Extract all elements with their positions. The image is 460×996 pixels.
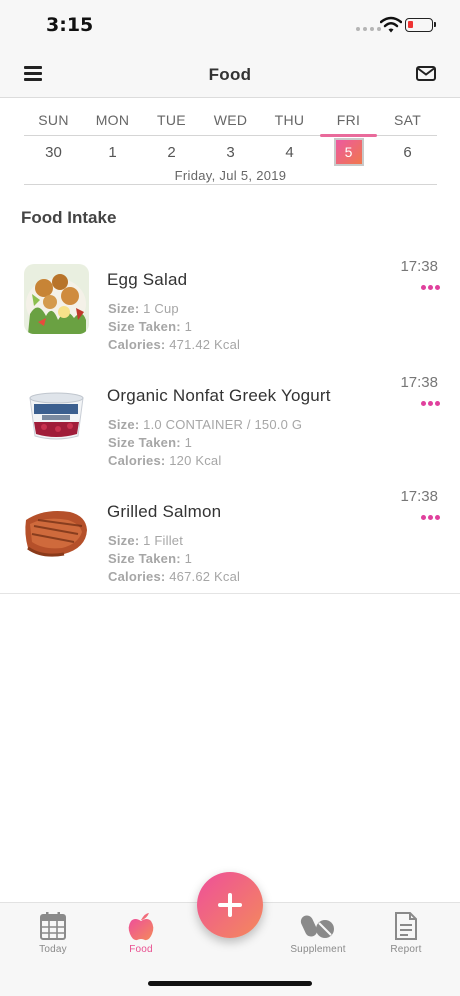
day-number[interactable]: 1 (83, 136, 142, 168)
size-value: 1.0 CONTAINER / 150.0 G (143, 417, 303, 432)
calories-label: Calories: (108, 337, 166, 352)
food-size: Size: 1 Cup (108, 301, 179, 316)
tab-today[interactable]: Today (13, 911, 93, 955)
food-list-item[interactable]: Organic Nonfat Greek Yogurt Size: 1.0 CO… (0, 366, 460, 482)
day-name-sat[interactable]: SAT (378, 98, 437, 135)
more-options-icon[interactable] (421, 401, 440, 406)
day-number-selected[interactable]: 5 (319, 136, 378, 168)
calories-value: 120 Kcal (169, 453, 222, 468)
food-size-taken: Size Taken: 1 (108, 435, 192, 450)
day-name-wed[interactable]: WED (201, 98, 260, 135)
calories-value: 467.62 Kcal (169, 569, 241, 584)
food-list-item[interactable]: Egg Salad Size: 1 Cup Size Taken: 1 Calo… (0, 250, 460, 366)
day-name-thu[interactable]: THU (260, 98, 319, 135)
signal-icon (356, 27, 381, 31)
selected-day-badge[interactable]: 5 (335, 140, 362, 164)
size-label: Size: (108, 417, 140, 432)
grilled-salmon-image (24, 496, 89, 566)
food-calories: Calories: 471.42 Kcal (108, 337, 240, 352)
food-list-item[interactable]: Grilled Salmon Size: 1 Fillet Size Taken… (0, 482, 460, 598)
mail-icon[interactable] (416, 66, 436, 81)
food-time: 17:38 (400, 374, 438, 391)
tab-food[interactable]: Food (101, 911, 181, 955)
tab-label-food: Food (129, 944, 153, 955)
food-calories: Calories: 120 Kcal (108, 453, 221, 468)
battery-icon (405, 18, 436, 32)
size-label: Size: (108, 533, 140, 548)
food-time: 17:38 (400, 488, 438, 505)
day-number[interactable]: 6 (378, 136, 437, 168)
size-taken-value: 1 (184, 551, 193, 566)
section-title: Food Intake (21, 208, 117, 227)
size-label: Size: (108, 301, 140, 316)
day-name-mon[interactable]: MON (83, 98, 142, 135)
food-name: Organic Nonfat Greek Yogurt (107, 386, 331, 405)
day-number[interactable]: 2 (142, 136, 201, 168)
day-name-fri[interactable]: FRI (319, 98, 378, 137)
add-food-button[interactable] (197, 872, 263, 938)
day-number[interactable]: 3 (201, 136, 260, 168)
tab-label-today: Today (39, 944, 67, 955)
page-title: Food (208, 65, 252, 84)
tab-label-supplement: Supplement (290, 944, 346, 955)
size-taken-label: Size Taken: (108, 551, 181, 566)
day-name-sun[interactable]: SUN (24, 98, 83, 135)
food-size-taken: Size Taken: 1 (108, 319, 192, 334)
tab-label-report: Report (390, 944, 422, 955)
food-size-taken: Size Taken: 1 (108, 551, 192, 566)
list-divider (0, 593, 460, 594)
status-time: 3:15 (46, 14, 94, 36)
size-taken-label: Size Taken: (108, 435, 181, 450)
size-taken-value: 1 (184, 319, 193, 334)
calories-value: 471.42 Kcal (169, 337, 241, 352)
calories-label: Calories: (108, 453, 166, 468)
nav-bar: Food (0, 50, 460, 98)
week-calendar: SUN MON TUE WED THU FRI SAT 30 1 2 3 4 5… (24, 98, 437, 168)
day-number[interactable]: 30 (24, 136, 83, 168)
size-taken-value: 1 (184, 435, 193, 450)
pills-icon (300, 915, 334, 938)
wifi-icon (380, 16, 402, 33)
day-number[interactable]: 4 (260, 136, 319, 168)
calories-label: Calories: (108, 569, 166, 584)
food-time: 17:38 (400, 258, 438, 275)
more-options-icon[interactable] (421, 285, 440, 290)
more-options-icon[interactable] (421, 515, 440, 520)
food-size: Size: 1.0 CONTAINER / 150.0 G (108, 417, 302, 432)
size-taken-label: Size Taken: (108, 319, 181, 334)
document-icon (395, 912, 417, 940)
food-calories: Calories: 467.62 Kcal (108, 569, 240, 584)
home-indicator (148, 981, 312, 986)
tab-report[interactable]: Report (366, 911, 446, 955)
size-value: 1 Cup (143, 301, 179, 316)
calendar-icon (40, 912, 66, 940)
status-bar: 3:15 (0, 0, 460, 50)
greek-yogurt-image (24, 380, 89, 450)
food-size: Size: 1 Fillet (108, 533, 183, 548)
apple-icon (128, 913, 154, 941)
day-name-tue[interactable]: TUE (142, 98, 201, 135)
food-name: Egg Salad (107, 270, 188, 289)
egg-salad-image (24, 264, 89, 334)
food-name: Grilled Salmon (107, 502, 222, 521)
tab-supplement[interactable]: Supplement (278, 911, 358, 955)
selected-date-label: Friday, Jul 5, 2019 (24, 168, 437, 185)
size-value: 1 Fillet (143, 533, 184, 548)
